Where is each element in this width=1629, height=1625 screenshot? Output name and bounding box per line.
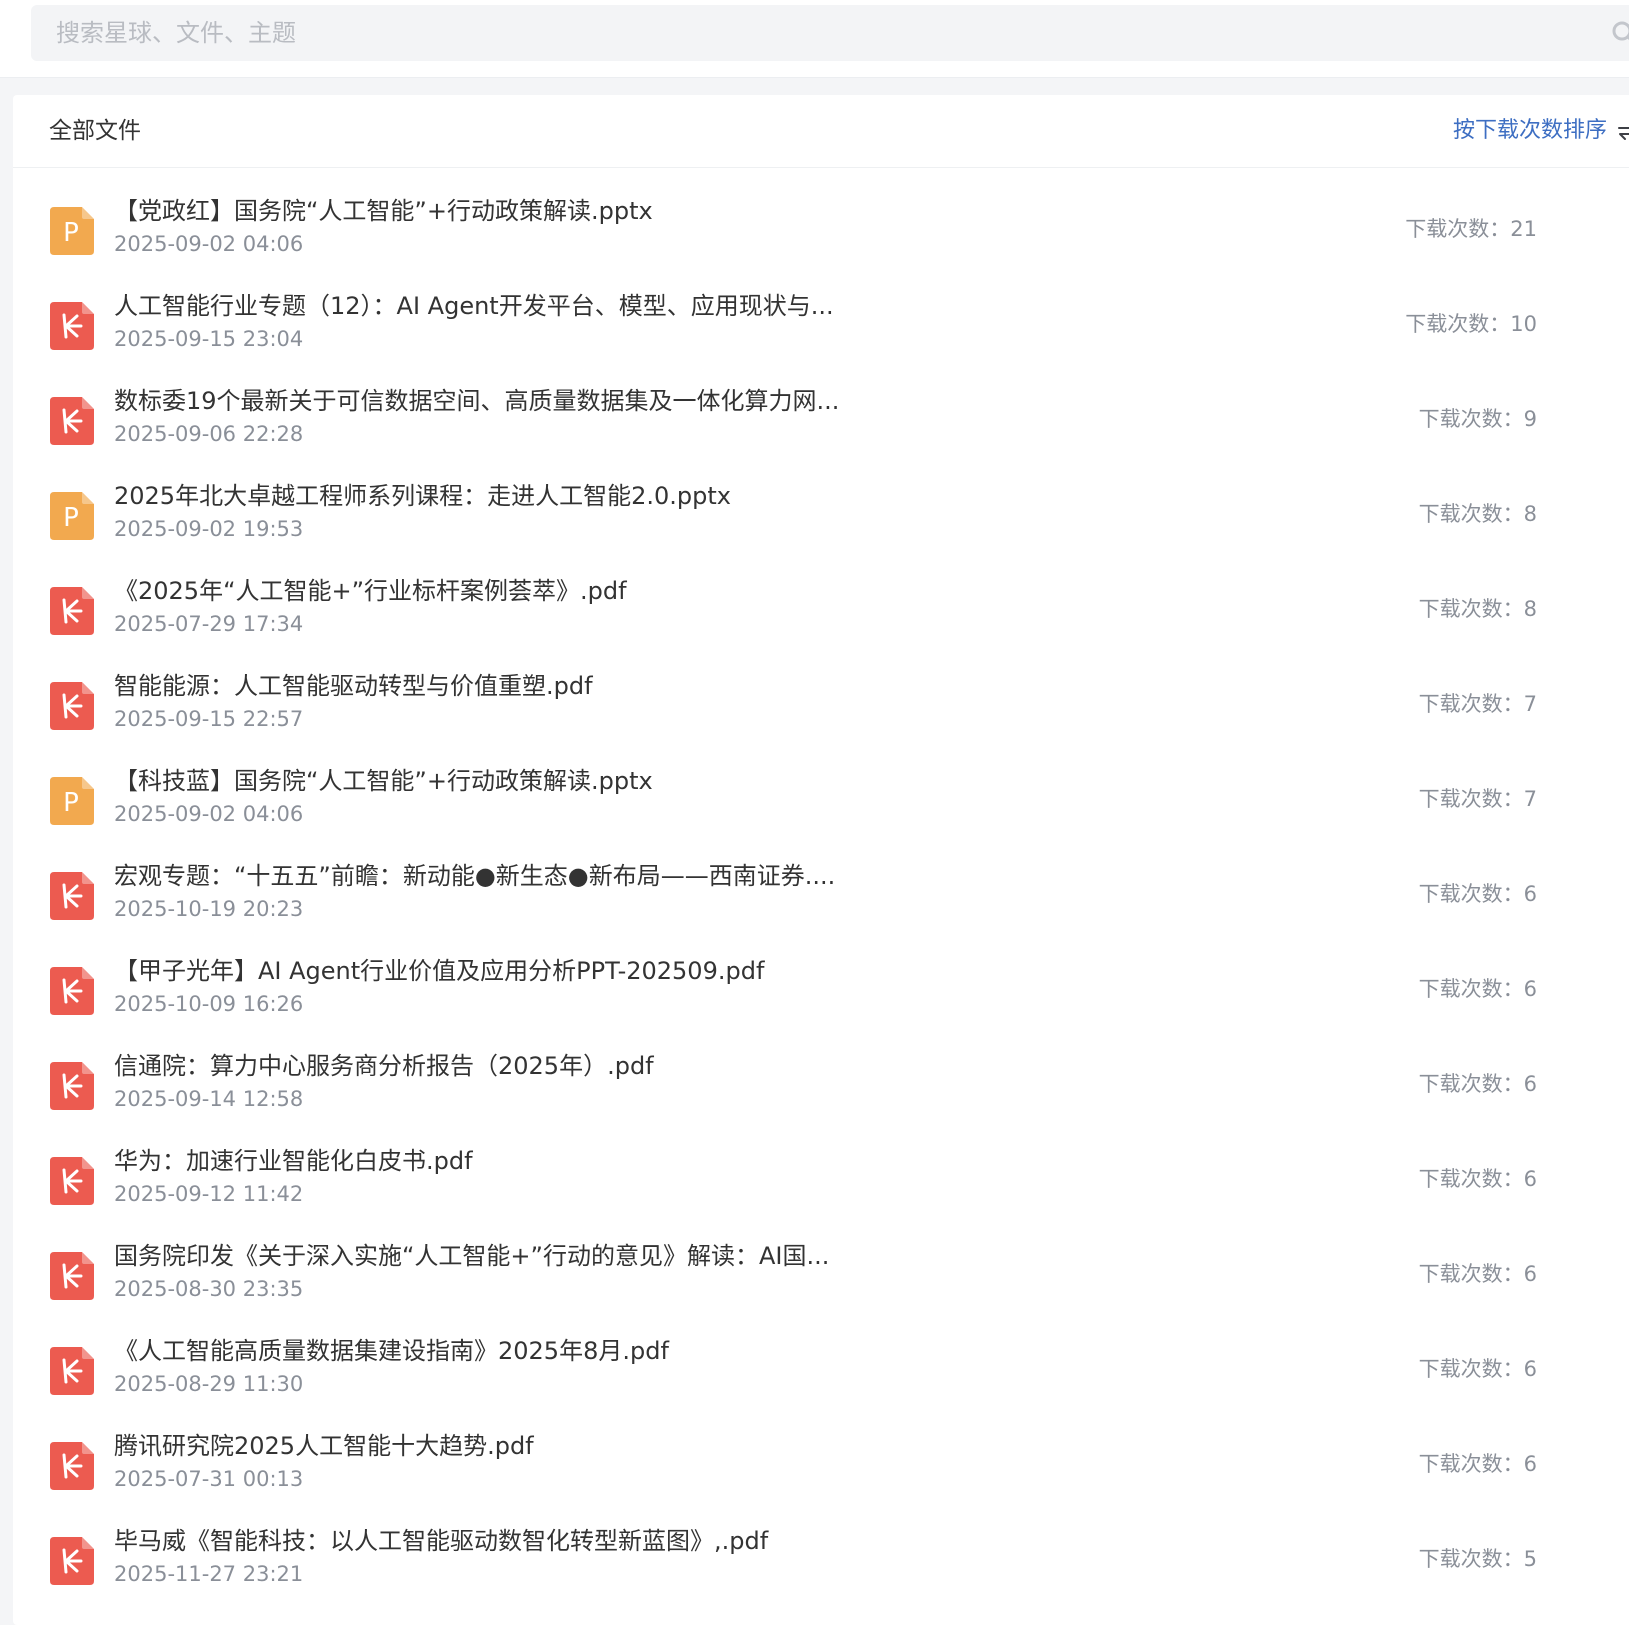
search-icon[interactable] (1611, 20, 1629, 46)
file-date: 2025-07-29 17:34 (114, 612, 304, 636)
search-input[interactable] (54, 12, 1538, 54)
pptx-file-icon: P (50, 492, 94, 540)
file-name[interactable]: 信通院：算力中心服务商分析报告（2025年）.pdf (114, 1050, 894, 1082)
file-name[interactable]: 国务院印发《关于深入实施“人工智能+”行动的意见》解读：AI国... (114, 1240, 894, 1272)
file-date: 2025-11-27 23:21 (114, 1562, 304, 1586)
pdf-file-icon (50, 1347, 94, 1395)
file-name[interactable]: 宏观专题：“十五五”前瞻：新动能●新生态●新布局——西南证券.... (114, 860, 894, 892)
search-bar[interactable] (31, 5, 1629, 61)
file-row[interactable]: 智能能源：人工智能驱动转型与价值重塑.pdf 2025-09-15 22:57 下载… (13, 665, 1629, 760)
file-date: 2025-09-12 11:42 (114, 1182, 304, 1206)
pdf-file-icon (50, 302, 94, 350)
file-name[interactable]: 《人工智能高质量数据集建设指南》2025年8月.pdf (114, 1335, 894, 1367)
pptx-file-icon: P (50, 777, 94, 825)
download-count: 下载次数：6 (1418, 1072, 1537, 1096)
pdf-file-icon (50, 682, 94, 730)
file-row[interactable]: P 【党政红】国务院“人工智能”+行动政策解读.pptx 2025-09-02 04… (13, 190, 1629, 285)
pdf-file-icon (50, 872, 94, 920)
svg-text:P: P (63, 503, 79, 533)
file-date: 2025-09-15 23:04 (114, 327, 304, 351)
download-count: 下载次数：9 (1418, 407, 1537, 431)
download-count: 下载次数：7 (1418, 692, 1537, 716)
download-count: 下载次数：6 (1418, 1357, 1537, 1381)
download-count: 下载次数：7 (1418, 787, 1537, 811)
file-date: 2025-09-14 12:58 (114, 1087, 304, 1111)
file-date: 2025-09-06 22:28 (114, 422, 304, 446)
file-row[interactable]: 人工智能行业专题（12）：AI Agent开发平台、模型、应用现状与... 202… (13, 285, 1629, 380)
file-row[interactable]: 【甲子光年】AI Agent行业价值及应用分析PPT-202509.pdf 202… (13, 950, 1629, 1045)
file-name[interactable]: 2025年北大卓越工程师系列课程：走进人工智能2.0.pptx (114, 480, 894, 512)
file-name[interactable]: 《2025年“人工智能+”行业标杆案例荟萃》.pdf (114, 575, 894, 607)
pdf-file-icon (50, 1537, 94, 1585)
pdf-file-icon (50, 587, 94, 635)
sort-label: 按下载次数排序 (1453, 118, 1608, 143)
pdf-file-icon (50, 397, 94, 445)
pdf-file-icon (50, 1062, 94, 1110)
file-date: 2025-09-02 04:06 (114, 802, 304, 826)
file-row[interactable]: 毕马威《智能科技：以人工智能驱动数智化转型新蓝图》,.pdf 2025-11-27… (13, 1520, 1629, 1615)
pdf-file-icon (50, 1442, 94, 1490)
file-row[interactable]: 《2025年“人工智能+”行业标杆案例荟萃》.pdf 2025-07-29 17:… (13, 570, 1629, 665)
file-name[interactable]: 华为：加速行业智能化白皮书.pdf (114, 1145, 894, 1177)
file-date: 2025-09-02 19:53 (114, 517, 304, 541)
file-row[interactable]: 华为：加速行业智能化白皮书.pdf 2025-09-12 11:42 下载次数：6 (13, 1140, 1629, 1235)
file-row[interactable]: P 【科技蓝】国务院“人工智能”+行动政策解读.pptx 2025-09-02 04… (13, 760, 1629, 855)
file-row[interactable]: 国务院印发《关于深入实施“人工智能+”行动的意见》解读：AI国... 2025-0… (13, 1235, 1629, 1330)
download-count: 下载次数：6 (1418, 1167, 1537, 1191)
file-date: 2025-10-09 16:26 (114, 992, 304, 1016)
file-date: 2025-08-29 11:30 (114, 1372, 304, 1396)
sort-by-downloads-button[interactable]: 按下载次数排序 (1453, 116, 1629, 146)
sort-swap-icon (1618, 127, 1629, 140)
download-count: 下载次数：6 (1418, 882, 1537, 906)
file-name[interactable]: 人工智能行业专题（12）：AI Agent开发平台、模型、应用现状与... (114, 290, 894, 322)
file-list: P 【党政红】国务院“人工智能”+行动政策解读.pptx 2025-09-02 04… (13, 190, 1629, 1615)
svg-text:P: P (63, 788, 79, 818)
top-bar (0, 0, 1629, 78)
file-name[interactable]: 数标委19个最新关于可信数据空间、高质量数据集及一体化算力网... (114, 385, 894, 417)
file-name[interactable]: 毕马威《智能科技：以人工智能驱动数智化转型新蓝图》,.pdf (114, 1525, 894, 1557)
file-row[interactable]: 腾讯研究院2025人工智能十大趋势.pdf 2025-07-31 00:13 下载次… (13, 1425, 1629, 1520)
file-date: 2025-07-31 00:13 (114, 1467, 304, 1491)
download-count: 下载次数：5 (1418, 1547, 1537, 1571)
download-count: 下载次数：10 (1405, 312, 1537, 336)
files-panel: 全部文件 按下载次数排序 P 【党政红】国务院“人工智能”+行动政策解读.pptx… (13, 95, 1629, 1625)
file-row[interactable]: 数标委19个最新关于可信数据空间、高质量数据集及一体化算力网... 2025-09… (13, 380, 1629, 475)
file-date: 2025-10-19 20:23 (114, 897, 304, 921)
file-date: 2025-09-02 04:06 (114, 232, 304, 256)
svg-text:P: P (63, 218, 79, 248)
file-name[interactable]: 腾讯研究院2025人工智能十大趋势.pdf (114, 1430, 894, 1462)
download-count: 下载次数：6 (1418, 1262, 1537, 1286)
pdf-file-icon (50, 967, 94, 1015)
file-row[interactable]: P 2025年北大卓越工程师系列课程：走进人工智能2.0.pptx 2025-09-… (13, 475, 1629, 570)
file-name[interactable]: 智能能源：人工智能驱动转型与价值重塑.pdf (114, 670, 894, 702)
file-row[interactable]: 信通院：算力中心服务商分析报告（2025年）.pdf 2025-09-14 12:… (13, 1045, 1629, 1140)
file-date: 2025-09-15 22:57 (114, 707, 304, 731)
panel-title: 全部文件 (49, 118, 141, 144)
download-count: 下载次数：8 (1418, 597, 1537, 621)
file-name[interactable]: 【科技蓝】国务院“人工智能”+行动政策解读.pptx (114, 765, 894, 797)
file-row[interactable]: 宏观专题：“十五五”前瞻：新动能●新生态●新布局——西南证券.... 2025-1… (13, 855, 1629, 950)
panel-header: 全部文件 按下载次数排序 (13, 95, 1629, 168)
download-count: 下载次数：21 (1405, 217, 1537, 241)
download-count: 下载次数：6 (1418, 1452, 1537, 1476)
download-count: 下载次数：6 (1418, 977, 1537, 1001)
file-row[interactable]: 《人工智能高质量数据集建设指南》2025年8月.pdf 2025-08-29 11… (13, 1330, 1629, 1425)
file-name[interactable]: 【甲子光年】AI Agent行业价值及应用分析PPT-202509.pdf (114, 955, 894, 987)
pdf-file-icon (50, 1252, 94, 1300)
file-date: 2025-08-30 23:35 (114, 1277, 304, 1301)
pptx-file-icon: P (50, 207, 94, 255)
download-count: 下载次数：8 (1418, 502, 1537, 526)
pdf-file-icon (50, 1157, 94, 1205)
file-name[interactable]: 【党政红】国务院“人工智能”+行动政策解读.pptx (114, 195, 894, 227)
